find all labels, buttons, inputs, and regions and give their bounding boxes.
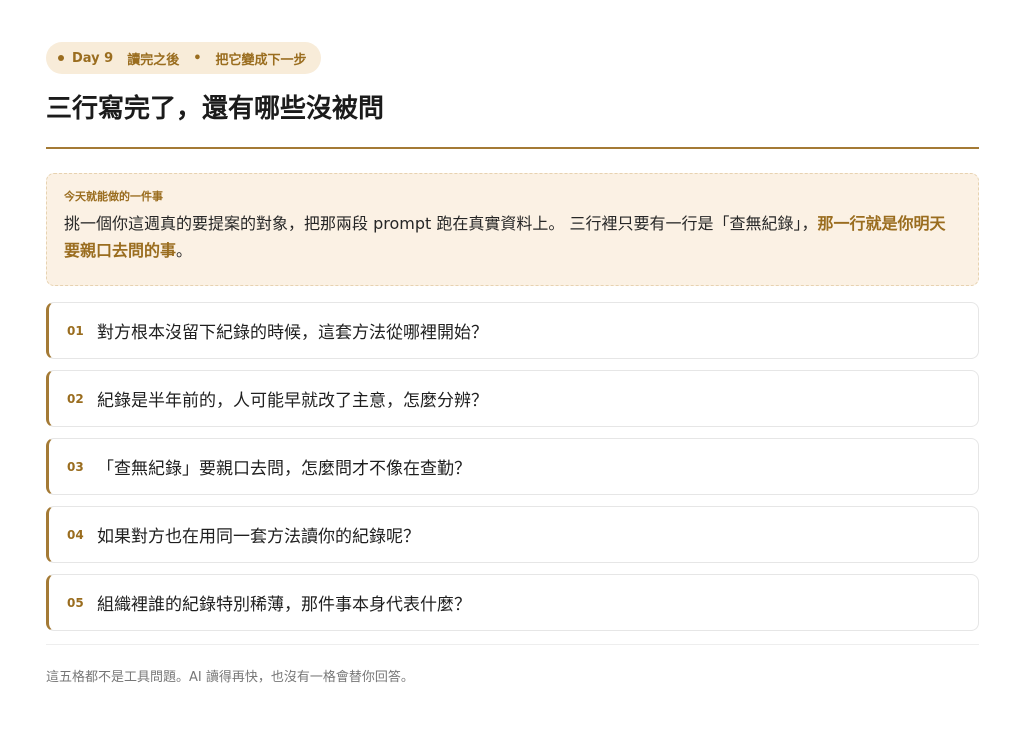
badge-separator: • bbox=[193, 50, 202, 66]
question-text: 對方根本沒留下紀錄的時候，這套方法從哪裡開始？ bbox=[97, 323, 488, 343]
question-item-03: 03 「查無紀錄」要親口去問，怎麼問才不像在查勤？ bbox=[46, 438, 979, 495]
question-item-02: 02 紀錄是半年前的，人可能早就改了主意，怎麼分辨？ bbox=[46, 370, 979, 427]
today-body-plain: 挑一個你這週真的要提案的對象，把那兩段 prompt 跑在真實資料上。 三行裡只… bbox=[64, 214, 818, 233]
badge-part2: 把它變成下一步 bbox=[215, 52, 307, 68]
page: Day 9 讀完之後 • 把它變成下一步 三行寫完了，還有哪些沒被問 今天就能做… bbox=[46, 42, 979, 685]
day-badge: Day 9 讀完之後 • 把它變成下一步 bbox=[46, 42, 321, 74]
footer-note: 這五格都不是工具問題。AI 讀得再快，也沒有一格會替你回答。 bbox=[46, 670, 414, 685]
question-item-04: 04 如果對方也在用同一套方法讀你的紀錄呢？ bbox=[46, 506, 979, 563]
question-text: 組織裡誰的紀錄特別稀薄，那件事本身代表什麼？ bbox=[97, 595, 471, 615]
question-number: 03 bbox=[67, 459, 84, 474]
question-item-05: 05 組織裡誰的紀錄特別稀薄，那件事本身代表什麼？ bbox=[46, 574, 979, 631]
question-text: 如果對方也在用同一套方法讀你的紀錄呢？ bbox=[97, 527, 420, 547]
question-list: 01 對方根本沒留下紀錄的時候，這套方法從哪裡開始？ 02 紀錄是半年前的，人可… bbox=[46, 302, 979, 631]
badge-part1: 讀完之後 bbox=[127, 52, 180, 68]
question-number: 05 bbox=[67, 595, 84, 610]
question-number: 02 bbox=[67, 391, 84, 406]
today-callout: 今天就能做的一件事 挑一個你這週真的要提案的對象，把那兩段 prompt 跑在真… bbox=[46, 173, 979, 286]
title-divider bbox=[46, 147, 979, 149]
question-number: 04 bbox=[67, 527, 84, 542]
question-number: 01 bbox=[67, 323, 84, 338]
question-item-01: 01 對方根本沒留下紀錄的時候，這套方法從哪裡開始？ bbox=[46, 302, 979, 359]
question-text: 紀錄是半年前的，人可能早就改了主意，怎麼分辨？ bbox=[97, 391, 488, 411]
bullet-dot-icon bbox=[58, 55, 64, 61]
today-label: 今天就能做的一件事 bbox=[64, 190, 163, 203]
badge-day: Day 9 bbox=[72, 50, 114, 66]
question-text: 「查無紀錄」要親口去問，怎麼問才不像在查勤？ bbox=[97, 459, 471, 479]
footer-divider bbox=[46, 644, 979, 645]
page-title: 三行寫完了，還有哪些沒被問 bbox=[46, 94, 385, 124]
today-body-end: 。 bbox=[176, 241, 193, 260]
today-body: 挑一個你這週真的要提案的對象，把那兩段 prompt 跑在真實資料上。 三行裡只… bbox=[64, 210, 961, 264]
